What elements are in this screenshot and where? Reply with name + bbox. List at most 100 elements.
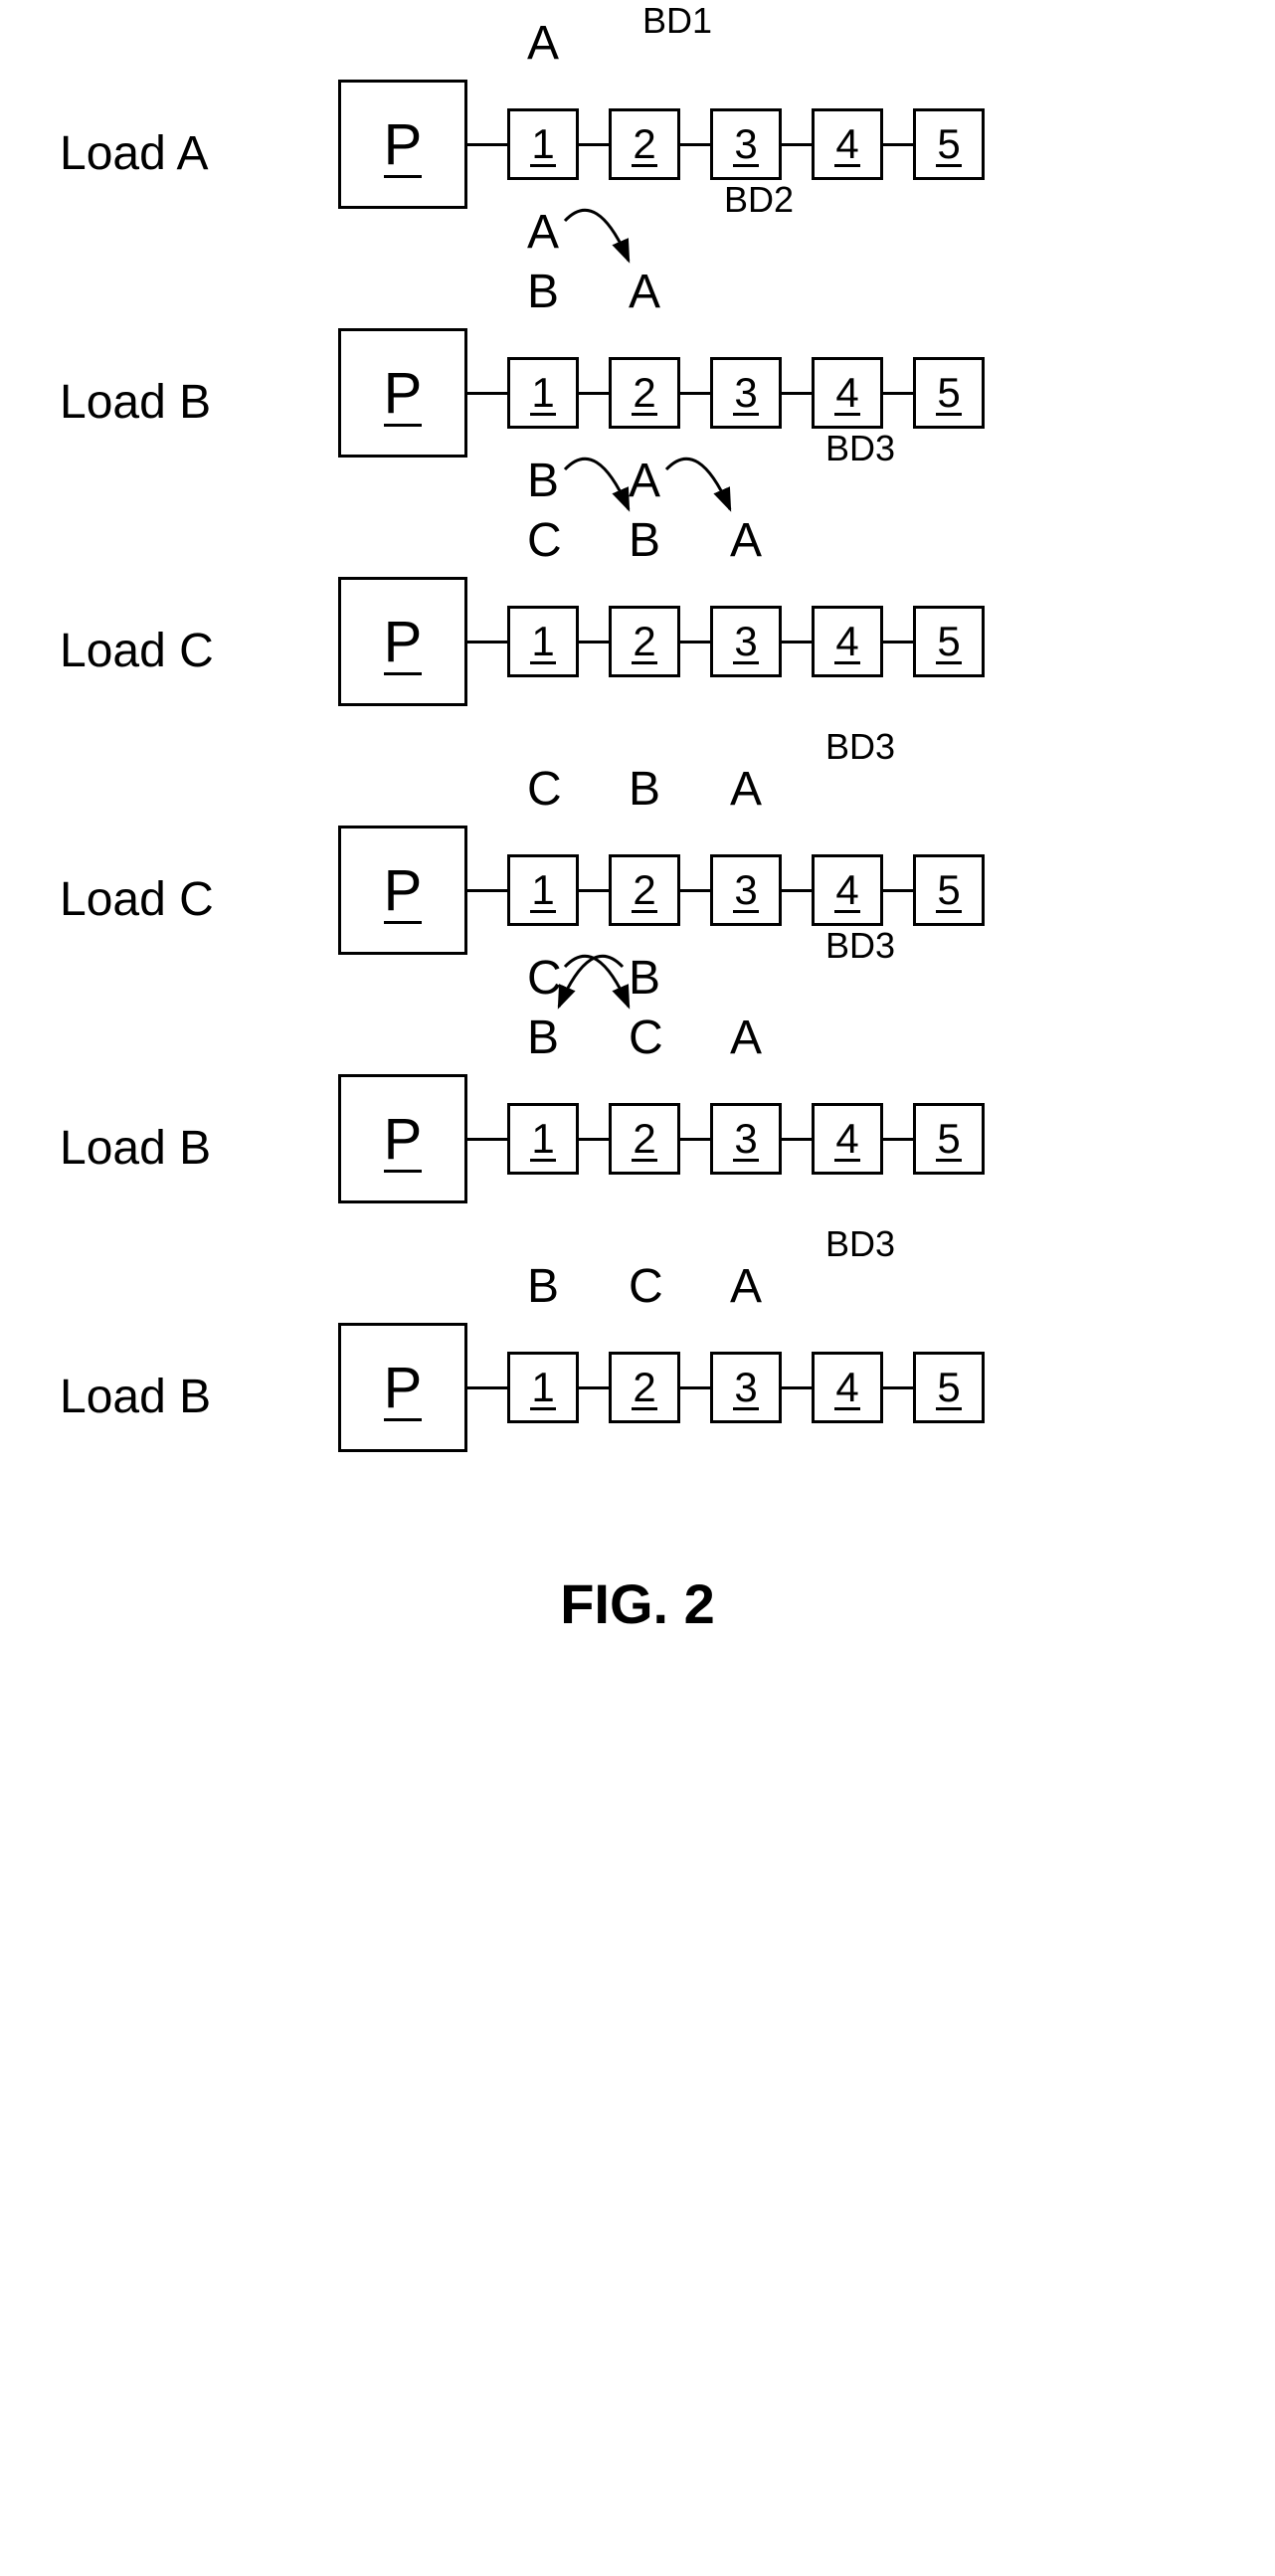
slot-box: 2 [609, 606, 680, 677]
wire [467, 392, 507, 395]
processor-box: P [338, 80, 467, 209]
slot-box: 4 [812, 1103, 883, 1175]
slot-box: 5 [913, 108, 985, 180]
arrow-path [559, 956, 623, 1007]
slot-number: 3 [734, 369, 757, 417]
slot-box: 5 [913, 1103, 985, 1175]
slot-number: 5 [937, 618, 960, 665]
annotation-letter: B [527, 458, 559, 505]
slot-box: 4 [812, 108, 883, 180]
slot-number: 3 [734, 120, 757, 168]
slot-number: 3 [734, 618, 757, 665]
slot-number: 3 [734, 1364, 757, 1411]
annotation-letter: B [629, 766, 660, 814]
slot-number: 1 [531, 120, 554, 168]
slot-box: 4 [812, 854, 883, 926]
slot-number: 2 [633, 618, 655, 665]
slot-number: 5 [937, 1364, 960, 1411]
wire [579, 641, 609, 644]
diagram-row: Load AP12345ABD1 [60, 80, 1215, 209]
slot-box: 1 [507, 1103, 579, 1175]
wire [467, 143, 507, 146]
wire [883, 143, 913, 146]
processor-label: P [384, 857, 423, 924]
chain: P12345ABD1 [338, 80, 985, 209]
slot-box: 2 [609, 357, 680, 429]
annotation-letter: B [629, 955, 660, 1003]
diagram-row: Load BP12345BAABD2 [60, 328, 1215, 458]
wire [782, 1386, 812, 1389]
slot-number: 5 [937, 1115, 960, 1163]
wire [680, 641, 710, 644]
slot-number: 4 [835, 1364, 858, 1411]
wire [467, 1386, 507, 1389]
wire [782, 143, 812, 146]
slot-box: 3 [710, 606, 782, 677]
load-label: Load B [60, 1374, 278, 1421]
chain: P12345CBABD3 [338, 826, 985, 955]
load-label: Load C [60, 876, 278, 924]
arrow-path [666, 459, 730, 509]
load-label: Load B [60, 1125, 278, 1173]
slot-box: 5 [913, 606, 985, 677]
wire [579, 1138, 609, 1141]
slot-number: 2 [633, 866, 655, 914]
wire [782, 889, 812, 892]
processor-box: P [338, 826, 467, 955]
slot-box: 1 [507, 1352, 579, 1423]
wire [883, 889, 913, 892]
wire [467, 1138, 507, 1141]
processor-label: P [384, 111, 423, 178]
annotation-letter: B [527, 1014, 559, 1062]
wire [883, 1386, 913, 1389]
slot-box: 5 [913, 854, 985, 926]
load-label: Load A [60, 130, 278, 178]
slot-number: 2 [633, 1364, 655, 1411]
slot-number: 5 [937, 369, 960, 417]
slot-box: 3 [710, 1352, 782, 1423]
annotation-letter: A [730, 1263, 762, 1311]
slot-number: 1 [531, 618, 554, 665]
slot-number: 2 [633, 120, 655, 168]
wire [883, 392, 913, 395]
slot-box: 1 [507, 854, 579, 926]
slot-number: 1 [531, 866, 554, 914]
processor-label: P [384, 609, 423, 675]
bd-label: BD1 [642, 0, 712, 42]
load-label: Load B [60, 379, 278, 427]
slot-number: 2 [633, 1115, 655, 1163]
slot-number: 1 [531, 369, 554, 417]
annotation-letter: A [527, 209, 559, 257]
slot-box: 3 [710, 108, 782, 180]
bd-label: BD3 [825, 1223, 895, 1265]
annotation-letter: C [527, 517, 562, 565]
annotation-letter: A [730, 1014, 762, 1062]
annotation-letter: B [527, 269, 559, 316]
wire [579, 392, 609, 395]
slot-box: 2 [609, 108, 680, 180]
slot-box: 2 [609, 854, 680, 926]
slot-box: 3 [710, 854, 782, 926]
slot-box: 5 [913, 357, 985, 429]
wire [467, 889, 507, 892]
arrow-path [565, 210, 629, 261]
arrow-path [565, 459, 629, 509]
chain: P12345BCACBBD3 [338, 1074, 985, 1203]
slot-box: 1 [507, 357, 579, 429]
wire [883, 641, 913, 644]
wire [782, 392, 812, 395]
wire [467, 641, 507, 644]
chain: P12345BAABD2 [338, 328, 985, 458]
processor-box: P [338, 1074, 467, 1203]
diagram-row: Load BP12345BCACBBD3 [60, 1074, 1215, 1203]
slot-number: 4 [835, 866, 858, 914]
wire [680, 1386, 710, 1389]
processor-label: P [384, 1355, 423, 1421]
wire [579, 1386, 609, 1389]
annotation-letter: A [527, 20, 559, 68]
wire [680, 143, 710, 146]
slot-number: 5 [937, 866, 960, 914]
slot-box: 4 [812, 606, 883, 677]
annotation-letter: B [527, 1263, 559, 1311]
annotation-letter: A [730, 766, 762, 814]
